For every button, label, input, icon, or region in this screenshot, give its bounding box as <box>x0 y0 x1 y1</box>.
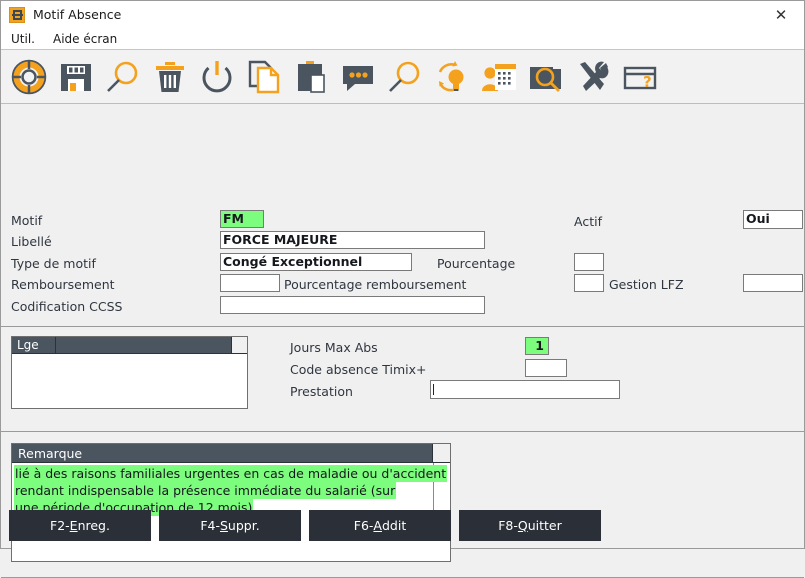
f4-mnemonic: S <box>219 517 228 533</box>
label-type-de-motif: Type de motif <box>11 256 96 271</box>
remarque-line-1: lié à des raisons familiales urgentes en… <box>14 465 448 482</box>
title-bar: Motif Absence ✕ <box>1 1 804 29</box>
section-divider-1 <box>1 326 804 327</box>
help-window-icon[interactable]: ? <box>618 54 662 100</box>
lge-list-panel[interactable]: Lge <box>11 336 248 409</box>
label-pourcentage: Pourcentage <box>437 256 516 271</box>
lge-list-body[interactable] <box>12 354 247 408</box>
remarque-header-corner[interactable] <box>432 444 450 462</box>
trash-icon[interactable] <box>148 54 192 100</box>
f8-quitter-button[interactable]: F8- Quitter <box>459 509 601 541</box>
magnifier-icon[interactable] <box>383 54 427 100</box>
footer-button-bar: F2- Enreg. F4- Suppr. F6- Addit F8- Quitter <box>9 502 796 548</box>
label-prestation: Prestation <box>290 384 353 399</box>
form-area: Motif FM Libellé FORCE MAJEURE Type de m… <box>1 104 804 578</box>
search-icon[interactable] <box>101 54 145 100</box>
pourcentage-input[interactable] <box>574 253 604 271</box>
codification-ccss-input[interactable] <box>220 296 485 314</box>
remarque-header-label: Remarque <box>18 445 83 461</box>
label-gestion-lfz: Gestion LFZ <box>609 277 684 292</box>
f4-suffix: uppr. <box>227 517 260 533</box>
toolbar: ? <box>1 50 804 104</box>
photo-search-icon[interactable] <box>524 54 568 100</box>
paste-icon[interactable] <box>289 54 333 100</box>
libelle-input[interactable]: FORCE MAJEURE <box>220 231 485 249</box>
label-remboursement: Remboursement <box>11 277 115 292</box>
f2-prefix: F2- <box>50 517 70 533</box>
svg-text:?: ? <box>643 73 652 91</box>
f2-suffix: nreg. <box>77 517 110 533</box>
f4-prefix: F4- <box>200 517 220 533</box>
f6-addit-button[interactable]: F6- Addit <box>309 509 451 541</box>
section-divider-2 <box>1 431 804 432</box>
f6-suffix: ddit <box>381 517 407 533</box>
label-libelle: Libellé <box>11 234 52 249</box>
lge-column-header-2[interactable] <box>56 337 231 353</box>
menu-item-aide-ecran[interactable]: Aide écran <box>51 31 119 47</box>
copy-icon[interactable] <box>242 54 286 100</box>
application-window: Motif Absence ✕ Util. Aide écran ? Motif… <box>0 0 805 578</box>
f6-prefix: F6- <box>353 517 374 533</box>
tools-icon[interactable] <box>571 54 615 100</box>
gestion-lfz-checkbox-field[interactable] <box>574 274 604 292</box>
f2-mnemonic: E <box>69 517 78 533</box>
lge-column-header[interactable]: Lge <box>12 337 56 353</box>
lge-list-header: Lge <box>12 337 247 354</box>
label-actif: Actif <box>574 214 602 229</box>
f8-prefix: F8- <box>498 517 518 533</box>
lifebuoy-icon[interactable] <box>7 54 51 100</box>
label-motif: Motif <box>11 213 43 228</box>
menu-bar: Util. Aide écran <box>1 29 804 50</box>
prestation-input[interactable] <box>430 380 620 399</box>
comment-icon[interactable] <box>336 54 380 100</box>
lge-list-corner[interactable] <box>231 337 247 353</box>
f6-mnemonic: A <box>373 517 382 533</box>
menu-item-util[interactable]: Util. <box>9 31 37 47</box>
label-code-absence-timix: Code absence Timix+ <box>290 362 427 377</box>
actif-input[interactable]: Oui <box>743 210 803 229</box>
f8-suffix: uitter <box>527 517 562 533</box>
label-codification-ccss: Codification CCSS <box>11 299 123 314</box>
window-title: Motif Absence <box>33 7 122 22</box>
type-de-motif-input[interactable]: Congé Exceptionnel <box>220 253 412 271</box>
label-jours-max-abs: Jours Max Abs <box>290 340 378 355</box>
label-pourcentage-remboursement: Pourcentage remboursement <box>284 277 467 292</box>
refresh-idea-icon[interactable] <box>430 54 474 100</box>
power-icon[interactable] <box>195 54 239 100</box>
remarque-header: Remarque <box>12 444 450 463</box>
remboursement-input[interactable] <box>220 274 280 292</box>
f4-suppr-button[interactable]: F4- Suppr. <box>159 509 301 541</box>
f2-enreg-button[interactable]: F2- Enreg. <box>9 509 151 541</box>
close-icon[interactable]: ✕ <box>758 1 804 28</box>
jours-max-abs-input[interactable]: 1 <box>525 337 549 355</box>
f8-mnemonic: Q <box>517 517 528 533</box>
save-icon[interactable] <box>54 54 98 100</box>
remarque-line-2: rendant indispensable la présence immédi… <box>14 482 397 499</box>
window-app-icon <box>9 6 25 23</box>
code-absence-timix-input[interactable] <box>525 359 567 377</box>
gestion-lfz-input[interactable] <box>743 274 803 292</box>
motif-input[interactable]: FM <box>220 210 264 228</box>
user-calendar-icon[interactable] <box>477 54 521 100</box>
